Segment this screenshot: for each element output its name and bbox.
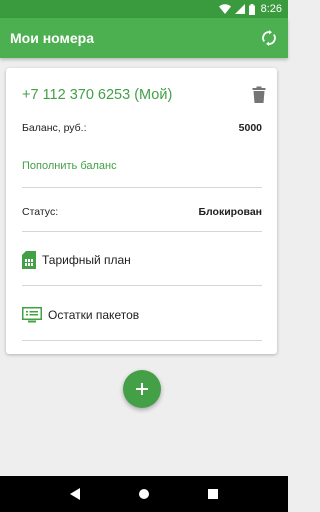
wifi-icon: [218, 4, 231, 14]
signal-icon: [234, 4, 245, 14]
divider: [22, 285, 262, 286]
refresh-button[interactable]: [260, 29, 278, 47]
phone-number[interactable]: +7 112 370 6253 (Мой): [22, 87, 172, 103]
back-triangle-icon: [69, 488, 80, 500]
balance-label: Баланс, руб.:: [22, 122, 87, 134]
battery-icon: [248, 3, 255, 15]
page-title: Мои номера: [10, 30, 95, 46]
home-circle-icon: [138, 489, 149, 499]
phone-number-card: +7 112 370 6253 (Мой) Баланс, руб.: 5000…: [6, 68, 277, 354]
divider: [22, 187, 262, 188]
balance-row: Баланс, руб.: 5000: [22, 120, 262, 136]
package-balances-label: Остатки пакетов: [48, 308, 140, 322]
tariff-plan-item[interactable]: Тарифный план: [22, 248, 262, 272]
status-time: 8:26: [260, 3, 282, 15]
phone-row: +7 112 370 6253 (Мой): [22, 82, 267, 108]
topup-balance-link[interactable]: Пополнить баланс: [22, 160, 117, 172]
plus-icon: [136, 383, 148, 395]
refresh-icon: [262, 30, 276, 46]
delete-button[interactable]: [251, 86, 267, 104]
divider: [22, 340, 262, 341]
divider: [22, 231, 262, 232]
status-row: Статус: Блокирован: [22, 204, 262, 220]
status-value: Блокирован: [198, 206, 262, 218]
balance-value: 5000: [238, 122, 262, 134]
sim-card-icon: [22, 251, 36, 269]
home-button[interactable]: [134, 484, 154, 504]
trash-icon: [252, 86, 266, 103]
packages-list-icon: [22, 307, 42, 323]
add-number-button[interactable]: [123, 370, 161, 408]
status-label: Статус:: [22, 206, 59, 218]
recents-button[interactable]: [203, 484, 223, 504]
app-bar: Мои номера: [0, 18, 288, 58]
back-button[interactable]: [65, 484, 85, 504]
recents-square-icon: [208, 489, 219, 499]
package-balances-item[interactable]: Остатки пакетов: [22, 303, 262, 327]
status-bar: 8:26: [0, 0, 288, 18]
tariff-plan-label: Тарифный план: [42, 253, 131, 267]
system-nav-bar: [0, 476, 288, 512]
